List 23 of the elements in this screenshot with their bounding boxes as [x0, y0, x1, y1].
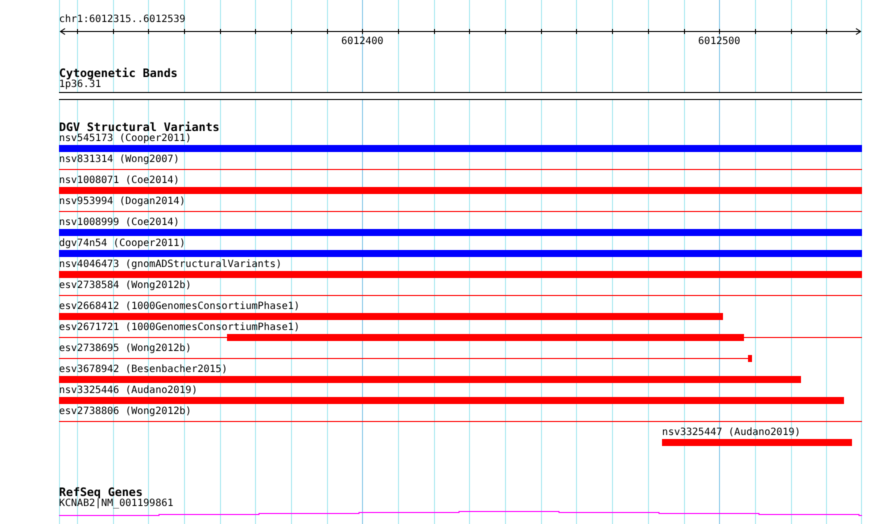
variant-label: nsv1008071 (Coe2014) — [59, 175, 180, 187]
variant-label: nsv1008999 (Coe2014) — [59, 217, 180, 229]
track-title: DGV Structural Variants — [59, 121, 221, 133]
variant-label: nsv545173 (Cooper2011) — [59, 133, 192, 145]
coordinate-label: 6012400 — [341, 36, 384, 48]
location-label: chr1:6012315..6012539 — [59, 14, 186, 26]
variant-label: dgv74n54 (Cooper2011) — [59, 238, 186, 250]
track-title: Cytogenetic Bands — [59, 67, 179, 79]
variant-label: nsv953994 (Dogan2014) — [59, 196, 186, 208]
variant-label: nsv4046473 (gnomADStructuralVariants) — [59, 259, 283, 271]
variant-label: nsv831314 (Wong2007) — [59, 154, 180, 166]
variant-label: nsv3325446 (Audano2019) — [59, 385, 198, 397]
gene-label: KCNAB2|NM_001199861 — [59, 498, 174, 510]
variant-label: esv2738695 (Wong2012b) — [59, 343, 192, 355]
track-title: RefSeq Genes — [59, 486, 143, 498]
band-label: 1p36.31 — [59, 79, 102, 91]
variant-label: esv3678942 (Besenbacher2015) — [59, 364, 229, 376]
variant-label: esv2671721 (1000GenomesConsortiumPhase1) — [59, 322, 301, 334]
variant-label: nsv3325447 (Audano2019) — [662, 427, 802, 439]
variant-label: esv2668412 (1000GenomesConsortiumPhase1) — [59, 301, 301, 313]
variant-label: esv2738584 (Wong2012b) — [59, 280, 192, 292]
coordinate-label: 6012500 — [698, 36, 740, 48]
variant-label: esv2738806 (Wong2012b) — [59, 406, 192, 418]
